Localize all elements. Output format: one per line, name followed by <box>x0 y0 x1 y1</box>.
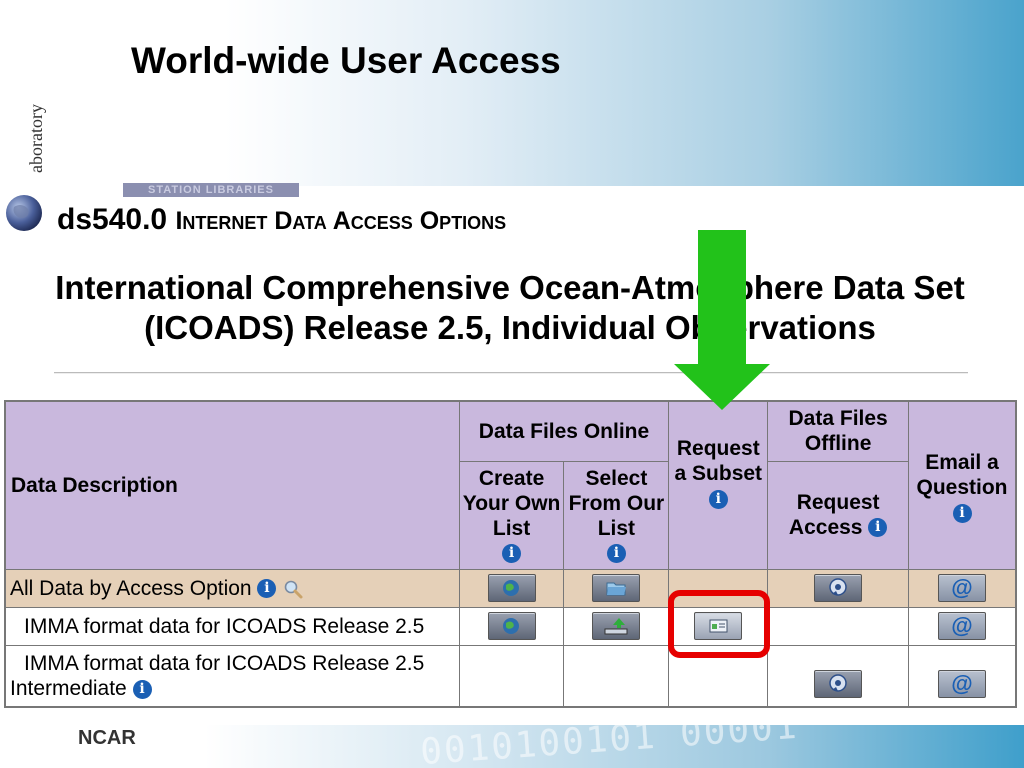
create-list-cell <box>458 568 565 608</box>
row-description-cell: IMMA format data for ICOADS Release 2.5 <box>4 606 460 646</box>
request-access-button[interactable] <box>814 574 863 602</box>
email-cell: @ <box>908 606 1017 646</box>
email-cell: @ <box>908 568 1017 608</box>
info-icon[interactable]: i <box>132 679 152 699</box>
dataset-title-line2: (ICOADS) Release 2.5, Individual Observa… <box>144 309 876 346</box>
dataset-title-line1: International Comprehensive Ocean-Atmosp… <box>55 269 965 306</box>
ncar-logo-text: NCAR <box>78 727 136 749</box>
at-icon: @ <box>951 575 973 600</box>
header-data-description: Data Description <box>4 400 460 570</box>
globe-icon <box>6 195 42 231</box>
email-cell: @ <box>908 644 1017 708</box>
at-icon: @ <box>951 613 973 638</box>
request-access-cell <box>767 644 910 708</box>
station-libraries-tab[interactable]: STATION LIBRARIES <box>123 183 299 197</box>
info-icon[interactable]: i <box>868 518 888 538</box>
header-request-subset: Request a Subset i <box>668 400 769 570</box>
header-email-question-label: Email a Question <box>916 451 1008 499</box>
header-create-own-list-label: Create Your Own List <box>462 466 561 540</box>
dataset-title: International Comprehensive Ocean-Atmosp… <box>20 268 1000 348</box>
highlight-box <box>668 590 770 658</box>
info-icon[interactable]: i <box>952 503 972 523</box>
header-request-access-label: Request Access <box>788 490 880 539</box>
header-data-files-offline: Data Files Offline <box>767 400 910 462</box>
globe-download-button[interactable] <box>487 574 536 602</box>
request-access-cell <box>767 568 910 608</box>
table-row: IMMA format data for ICOADS Release 2.5 … <box>4 644 1017 708</box>
row-description: IMMA format data for ICOADS Release 2.5 … <box>10 651 425 700</box>
select-list-cell <box>563 568 670 608</box>
request-access-cell <box>767 606 910 646</box>
footer-binary-pattern: 0010100101 00001 <box>419 725 800 768</box>
folder-icon <box>606 582 627 596</box>
magnifier-icon[interactable] <box>282 578 304 600</box>
divider <box>54 372 968 373</box>
at-icon: @ <box>951 671 973 697</box>
row-description-cell: IMMA format data for ICOADS Release 2.5 … <box>4 644 460 708</box>
info-icon[interactable]: i <box>606 544 626 564</box>
header-request-access: Request Access i <box>767 460 910 570</box>
globe-download-button[interactable] <box>487 612 536 640</box>
access-options-heading: Internet Data Access Options <box>175 207 507 235</box>
down-arrow-icon <box>674 230 770 410</box>
row-description: IMMA format data for ICOADS Release 2.5 <box>24 614 425 638</box>
create-list-cell <box>458 644 565 708</box>
table-row: All Data by Access Option i @ <box>4 568 1017 608</box>
header-select-from-list: Select From Our List i <box>563 460 670 570</box>
header-create-own-list: Create Your Own List i <box>458 460 565 570</box>
email-button[interactable]: @ <box>938 612 986 640</box>
dataset-number: ds540.0 <box>57 203 168 236</box>
dataset-heading: ds540.0 Internet Data Access Options <box>57 203 506 237</box>
download-tray-icon <box>604 618 628 635</box>
create-list-cell <box>458 606 565 646</box>
info-icon[interactable]: i <box>708 489 728 509</box>
header-request-subset-label: Request a Subset <box>674 437 763 485</box>
select-list-cell <box>563 606 670 646</box>
header-data-files-online: Data Files Online <box>458 400 670 462</box>
side-logo-text: aboratory <box>26 88 72 188</box>
slide-title: World-wide User Access <box>131 40 561 81</box>
header-email-question: Email a Question i <box>908 400 1017 570</box>
disc-request-icon <box>829 578 847 596</box>
row-description-cell: All Data by Access Option i <box>4 568 460 608</box>
email-button[interactable]: @ <box>938 670 986 699</box>
table-header-row: Data Description Data Files Online Reque… <box>4 400 1017 570</box>
table-row: IMMA format data for ICOADS Release 2.5 … <box>4 606 1017 646</box>
info-icon[interactable]: i <box>502 544 522 564</box>
header-band <box>0 0 1024 186</box>
header-select-from-list-label: Select From Our List <box>568 466 665 540</box>
globe-download-icon <box>502 618 519 634</box>
folder-button[interactable] <box>592 574 641 602</box>
info-icon[interactable]: i <box>257 579 277 599</box>
disc-request-icon <box>829 674 847 692</box>
email-button[interactable]: @ <box>938 574 986 602</box>
request-access-button[interactable] <box>814 670 863 699</box>
side-logo-label: aboratory <box>25 104 46 173</box>
footer-band: 0010100101 00001 <box>0 725 1024 768</box>
globe-download-icon <box>502 580 519 596</box>
data-access-table: Data Description Data Files Online Reque… <box>4 400 1017 708</box>
select-list-cell <box>563 644 670 708</box>
download-button[interactable] <box>592 612 641 640</box>
row-description: All Data by Access Option <box>10 576 252 600</box>
